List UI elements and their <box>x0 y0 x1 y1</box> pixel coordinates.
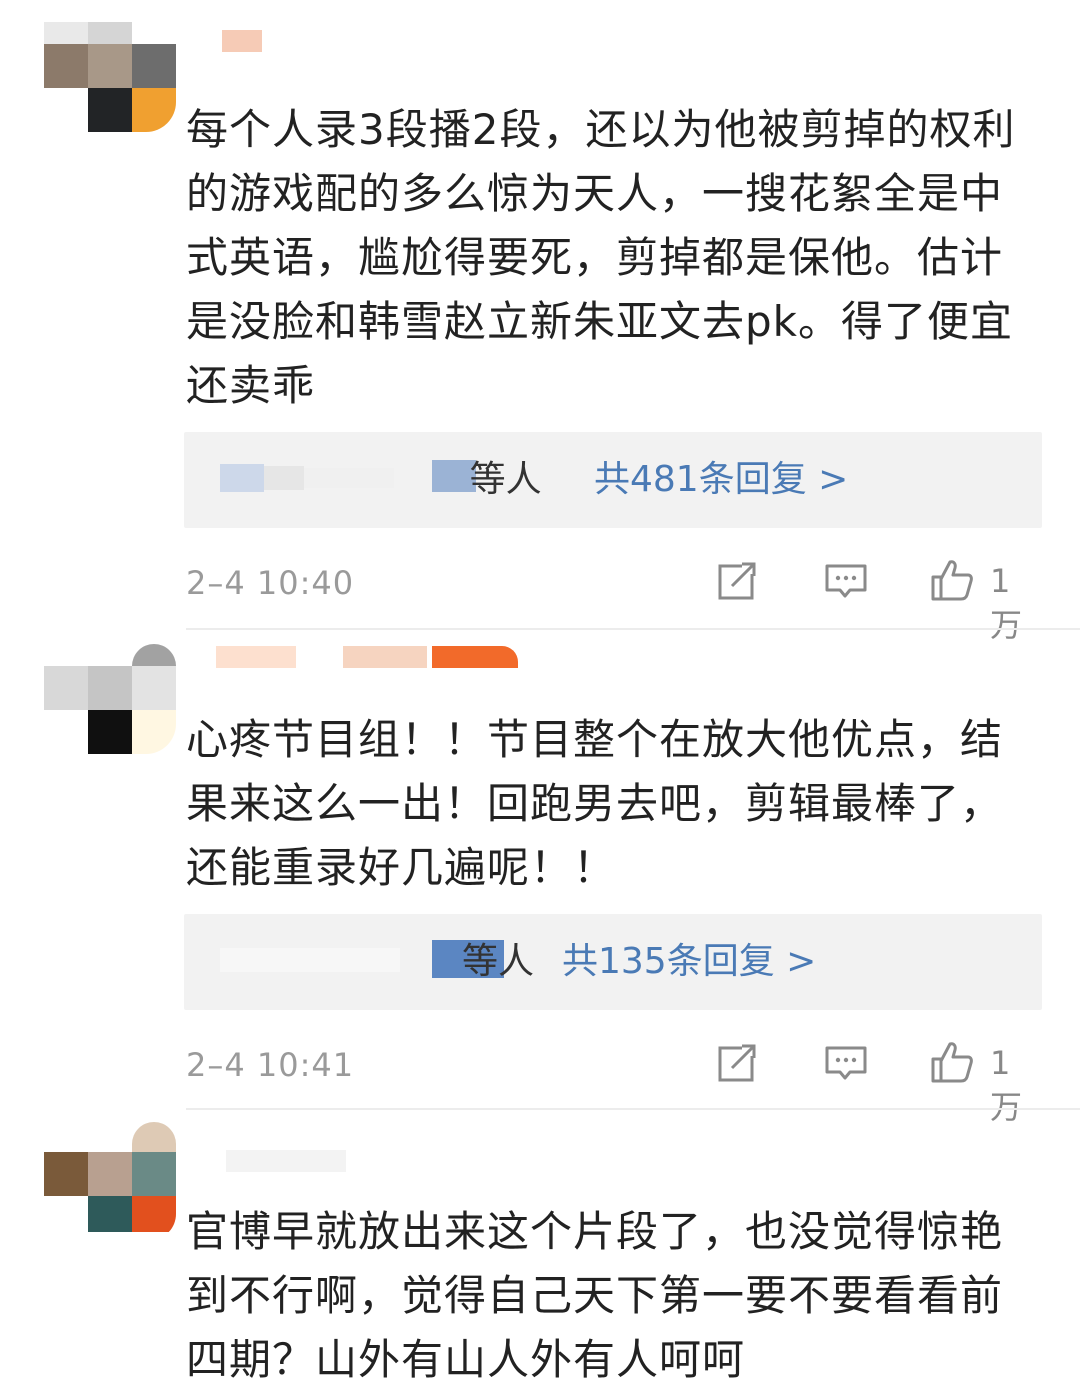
timestamp: 2–4 10:41 <box>186 1046 355 1084</box>
username[interactable] <box>186 30 262 52</box>
comment-item: 每个人录3段播2段，还以为他被剪掉的权利 的游戏配的多么惊为天人，一搜花絮全是中… <box>0 0 1080 644</box>
timestamp: 2–4 10:40 <box>186 564 355 602</box>
share-icon[interactable] <box>716 1040 760 1084</box>
comment-text: 每个人录3段播2段，还以为他被剪掉的权利 的游戏配的多么惊为天人，一搜花絮全是中… <box>186 105 1016 410</box>
comment-icon[interactable] <box>824 558 868 602</box>
comment-text: 心疼节目组！！节目整个在放大他优点，结 果来这么一出！回跑男去吧，剪辑最棒了， … <box>186 715 1004 892</box>
thumbs-up-icon[interactable] <box>930 558 974 602</box>
comment-meta: 2–4 10:40 1万 <box>186 558 1042 644</box>
avatar[interactable] <box>44 1122 178 1232</box>
comment-icon[interactable] <box>824 1040 868 1084</box>
reply-suffix: 等人 <box>466 459 542 500</box>
reply-suffix: 等人 <box>462 941 535 982</box>
share-icon[interactable] <box>716 558 760 602</box>
reply-count-link[interactable]: 共135条回复 > <box>562 938 816 986</box>
comment-text: 官博早就放出来这个片段了，也没觉得惊艳 到不行啊，觉得自己天下第一要不要看看前 … <box>186 1207 1004 1384</box>
username[interactable] <box>186 646 519 668</box>
reply-preview[interactable]: 等人 共481条回复 > <box>184 432 1042 528</box>
avatar[interactable] <box>44 644 178 754</box>
comment-meta: 2–4 10:41 1万 <box>186 1040 1042 1126</box>
reply-count-link[interactable]: 共481条回复 > <box>594 456 848 504</box>
comment-item: 心疼节目组！！节目整个在放大他优点，结 果来这么一出！回跑男去吧，剪辑最棒了， … <box>0 630 1080 1126</box>
username[interactable] <box>186 1150 346 1172</box>
reply-preview[interactable]: 等人 共135条回复 > <box>184 914 1042 1010</box>
comment-item: 官博早就放出来这个片段了，也没觉得惊艳 到不行啊，觉得自己天下第一要不要看看前 … <box>0 1110 1080 1384</box>
avatar[interactable] <box>44 22 178 132</box>
thumbs-up-icon[interactable] <box>930 1040 974 1084</box>
